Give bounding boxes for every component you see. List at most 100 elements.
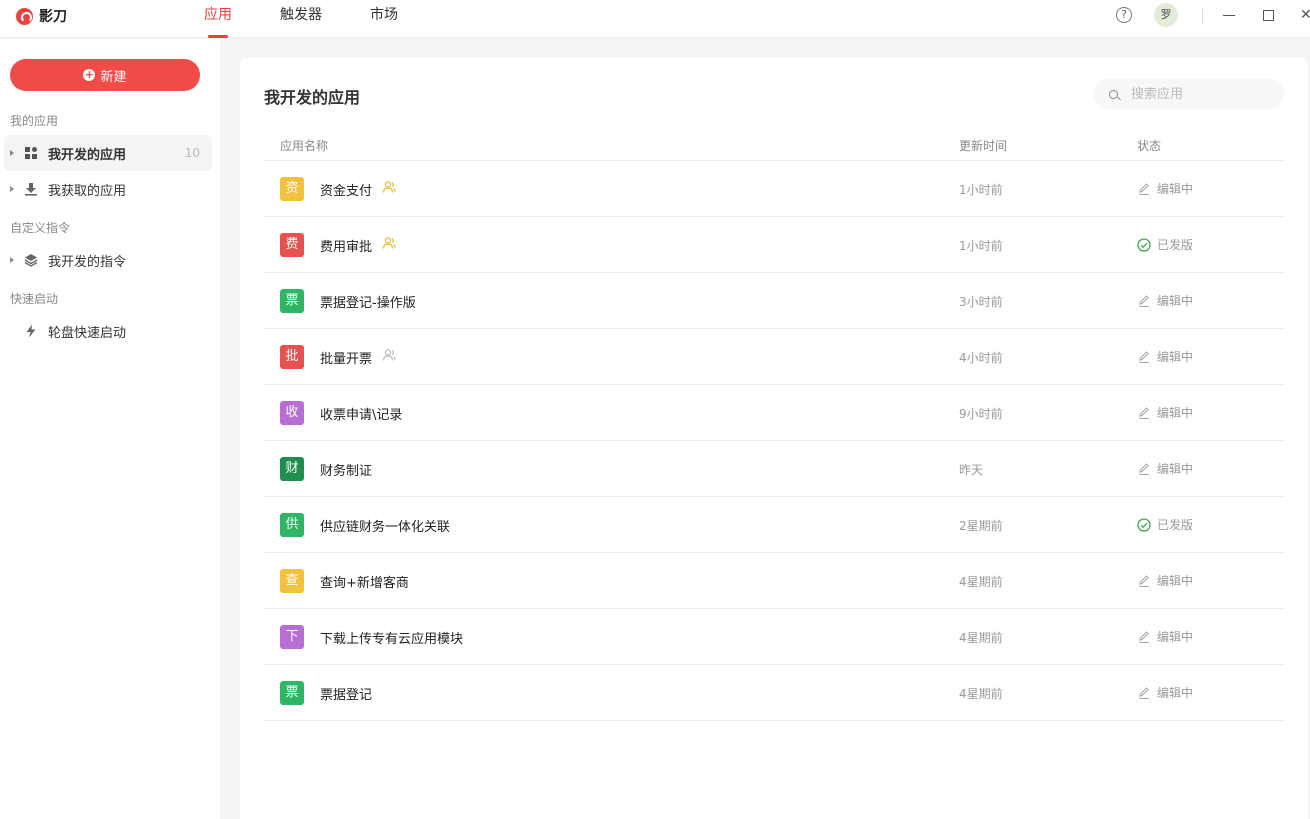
app-icon: 下 <box>280 625 304 649</box>
caret-right-icon[interactable] <box>10 186 14 192</box>
status-label: 编辑中 <box>1157 294 1194 308</box>
table-row[interactable]: 下 下载上传专有云应用模块 4星期前 编辑中 <box>264 609 1284 665</box>
app-name: 下载上传专有云应用模块 <box>320 632 464 647</box>
table-row[interactable]: 查 查询+新增客商 4星期前 编辑中 <box>264 553 1284 609</box>
app-name: 财务制证 <box>320 464 373 479</box>
edit-icon <box>1139 406 1149 419</box>
shared-users-icon <box>382 181 396 193</box>
status-badge: 编辑中 <box>1137 684 1193 701</box>
app-name: 批量开票 <box>320 352 373 367</box>
section-title-my-apps: 我的应用 <box>10 114 59 128</box>
status-label: 已发版 <box>1157 238 1194 252</box>
status-label: 编辑中 <box>1157 182 1194 196</box>
updated-time: 4小时前 <box>959 351 1003 365</box>
check-circle-icon <box>1137 517 1151 532</box>
app-name: 查询+新增客商 <box>320 576 409 591</box>
app-list: 资资金支付 1小时前 编辑中费费用审批 1小时前 已发版票票据登记-操作版 3小时前 编辑中… <box>264 161 1284 721</box>
sidebar-item-my-developed-apps[interactable]: 我开发的应用 10 <box>4 135 212 171</box>
app-name: 供应链财务一体化关联 <box>320 520 451 535</box>
status-badge: 编辑中 <box>1137 628 1193 645</box>
status-badge: 编辑中 <box>1137 572 1193 589</box>
app-name: 资金支付 <box>320 184 373 199</box>
app-icon: 供 <box>280 513 304 537</box>
status-label: 编辑中 <box>1157 350 1194 364</box>
table-row[interactable]: 资 资金支付 1小时前 编辑中 <box>264 161 1284 217</box>
updated-time: 4星期前 <box>959 687 1003 701</box>
tab-triggers[interactable]: 触发器 <box>266 0 336 38</box>
sidebar-item-my-commands[interactable]: 我开发的指令 <box>4 242 212 278</box>
edit-icon <box>1139 574 1149 587</box>
sidebar-item-wheel-launch[interactable]: 轮盘快速启动 <box>4 313 212 349</box>
caret-right-icon[interactable] <box>10 150 14 156</box>
download-icon <box>25 183 37 196</box>
app-icon: 票 <box>280 681 304 705</box>
divider <box>1202 7 1203 23</box>
layers-icon <box>24 254 38 267</box>
app-icon: 收 <box>280 401 304 425</box>
status-label: 编辑中 <box>1157 406 1194 420</box>
search-box[interactable] <box>1094 79 1284 109</box>
table-row[interactable]: 批 批量开票 4小时前 编辑中 <box>264 329 1284 385</box>
updated-time: 2星期前 <box>959 519 1003 533</box>
status-badge: 编辑中 <box>1137 180 1193 197</box>
sidebar: + 新建 我的应用 我开发的应用 10 我获取的应用 自定义指令 我开发的指令 … <box>0 39 220 819</box>
caret-right-icon[interactable] <box>10 257 14 263</box>
status-badge: 编辑中 <box>1137 404 1193 421</box>
search-input[interactable] <box>1131 86 1271 102</box>
updated-time: 4星期前 <box>959 631 1003 645</box>
edit-icon <box>1139 350 1149 363</box>
avatar[interactable]: 罗 <box>1154 3 1178 27</box>
app-icon: 费 <box>280 233 304 257</box>
status-label: 已发版 <box>1157 518 1194 532</box>
shared-users-icon <box>382 349 396 361</box>
main-panel: 我开发的应用 应用名称 更新时间 状态 资资金支付1小时前编辑中费费用审批1小时… <box>240 58 1308 819</box>
lightning-icon <box>26 324 36 338</box>
updated-time: 1小时前 <box>959 239 1003 253</box>
new-button-label: 新建 <box>100 69 127 85</box>
updated-time: 3小时前 <box>959 295 1003 309</box>
check-circle-icon <box>1137 237 1151 252</box>
help-icon[interactable]: ? <box>1116 7 1132 23</box>
app-icon: 查 <box>280 569 304 593</box>
shared-users-icon <box>382 237 396 249</box>
column-header-updated: 更新时间 <box>959 139 1008 153</box>
section-title-quick-launch: 快速启动 <box>10 292 59 306</box>
table-row[interactable]: 票 票据登记 4星期前 编辑中 <box>264 665 1284 721</box>
table-row[interactable]: 供 供应链财务一体化关联 2星期前 已发版 <box>264 497 1284 553</box>
edit-icon <box>1139 686 1149 699</box>
sidebar-item-label: 我获取的应用 <box>48 183 127 199</box>
new-button[interactable]: + 新建 <box>10 59 200 91</box>
grid-icon <box>25 147 37 159</box>
edit-icon <box>1139 294 1149 307</box>
edit-icon <box>1139 630 1149 643</box>
plus-icon: + <box>83 68 96 81</box>
status-badge: 已发版 <box>1137 236 1193 253</box>
app-name: 费用审批 <box>320 240 373 255</box>
main-tabs: 应用 触发器 市场 <box>190 0 432 38</box>
tab-apps[interactable]: 应用 <box>190 0 246 38</box>
status-label: 编辑中 <box>1157 462 1194 476</box>
status-label: 编辑中 <box>1157 574 1194 588</box>
app-name: 影刀 <box>39 9 67 25</box>
maximize-icon[interactable] <box>1263 9 1274 21</box>
app-icon: 资 <box>280 177 304 201</box>
status-badge: 编辑中 <box>1137 292 1193 309</box>
table-row[interactable]: 财 财务制证 昨天 编辑中 <box>264 441 1284 497</box>
status-label: 编辑中 <box>1157 686 1194 700</box>
section-title-custom-commands: 自定义指令 <box>10 221 71 235</box>
sidebar-item-acquired-apps[interactable]: 我获取的应用 <box>4 171 212 207</box>
close-icon[interactable]: ✕ <box>1300 8 1310 22</box>
sidebar-item-label: 轮盘快速启动 <box>48 325 127 341</box>
tab-market[interactable]: 市场 <box>356 0 412 38</box>
table-row[interactable]: 费 费用审批 1小时前 已发版 <box>264 217 1284 273</box>
minimize-icon[interactable] <box>1223 14 1235 16</box>
table-row[interactable]: 票 票据登记-操作版 3小时前 编辑中 <box>264 273 1284 329</box>
app-name: 票据登记 <box>320 688 373 703</box>
page-title: 我开发的应用 <box>264 88 361 107</box>
search-icon <box>1109 89 1118 99</box>
top-bar: 影刀 应用 触发器 市场 ? 罗 ✕ <box>0 0 1310 38</box>
table-row[interactable]: 收 收票申请\记录 9小时前 编辑中 <box>264 385 1284 441</box>
sidebar-item-label: 我开发的应用 <box>48 147 127 163</box>
app-name: 收票申请\记录 <box>320 408 403 423</box>
status-badge: 编辑中 <box>1137 460 1193 477</box>
